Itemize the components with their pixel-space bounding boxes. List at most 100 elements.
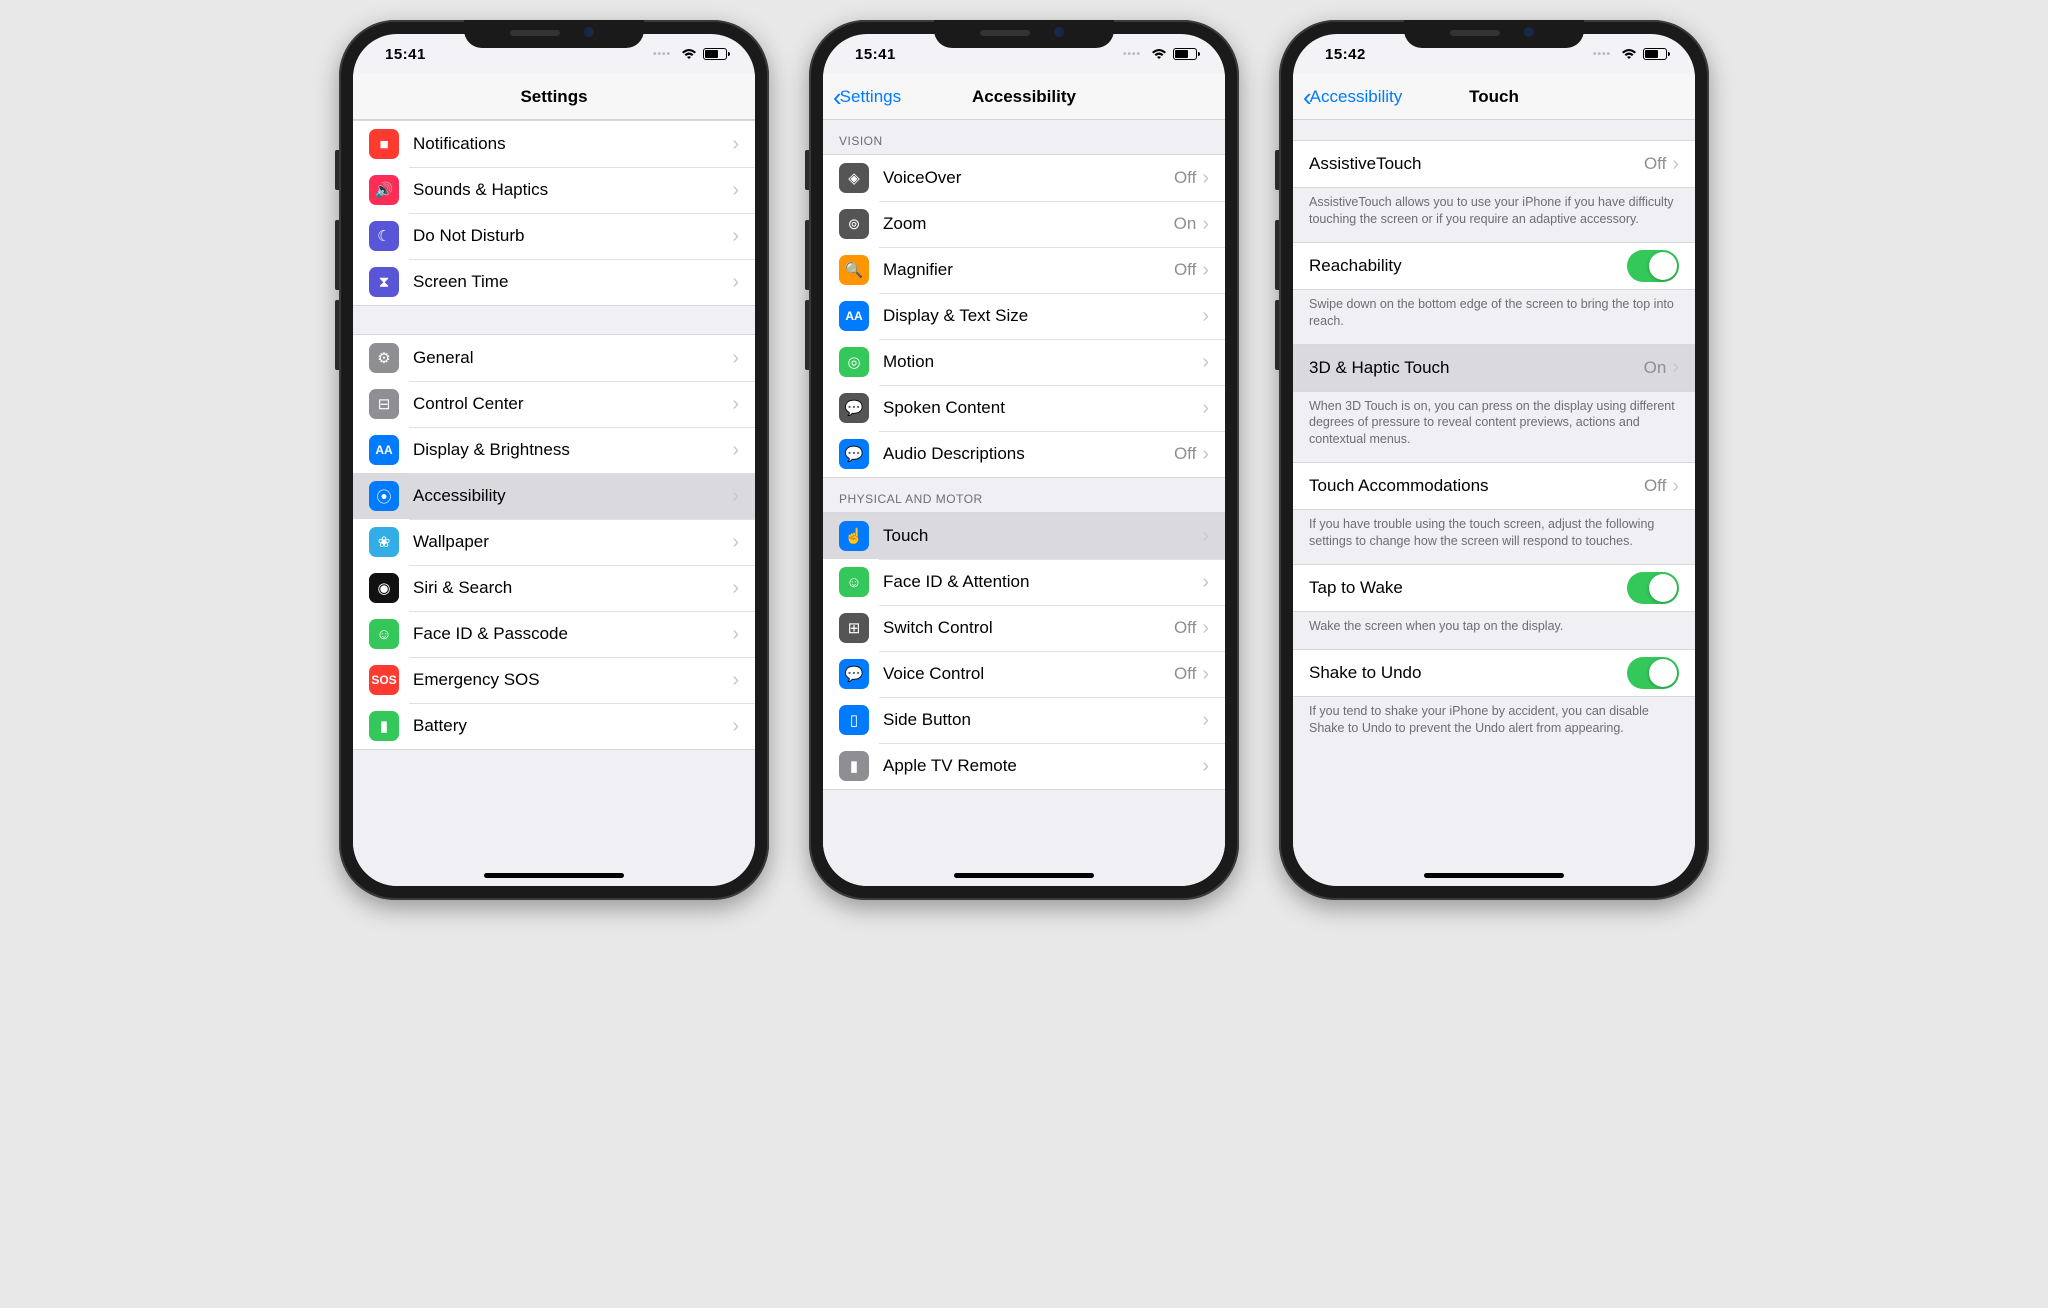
chevron-right-icon: › — [1202, 443, 1209, 466]
row-value: On — [1644, 358, 1667, 378]
chevron-right-icon: › — [1202, 213, 1209, 236]
phone-settings: 15:41 •••• Settings ■Notifications›🔊Soun… — [339, 20, 769, 900]
row-value: Off — [1174, 260, 1196, 280]
motion-icon: ◎ — [839, 347, 869, 377]
home-indicator[interactable] — [1424, 873, 1564, 878]
back-button[interactable]: ‹ Accessibility — [1303, 84, 1402, 110]
settings-group: Tap to Wake — [1293, 564, 1695, 612]
row-label: AssistiveTouch — [1309, 154, 1644, 174]
back-label: Accessibility — [1310, 87, 1403, 107]
chevron-right-icon: › — [1202, 167, 1209, 190]
row-label: Display & Brightness — [413, 440, 732, 460]
footer-text: Swipe down on the bottom edge of the scr… — [1293, 290, 1695, 344]
chevron-right-icon: › — [1672, 356, 1679, 379]
touch-list[interactable]: AssistiveTouchOff›AssistiveTouch allows … — [1293, 120, 1695, 886]
settings-row[interactable]: Tap to Wake — [1293, 565, 1695, 611]
settings-row[interactable]: AADisplay & Brightness› — [353, 427, 755, 473]
status-indicators: •••• — [1123, 48, 1197, 60]
settings-row[interactable]: AADisplay & Text Size› — [823, 293, 1225, 339]
row-label: Shake to Undo — [1309, 663, 1627, 683]
settings-row[interactable]: ⊟ Control Center› — [353, 381, 755, 427]
settings-row[interactable]: SOSEmergency SOS› — [353, 657, 755, 703]
footer-text: If you tend to shake your iPhone by acci… — [1293, 697, 1695, 751]
settings-row[interactable]: ☺Face ID & Attention› — [823, 559, 1225, 605]
settings-row[interactable]: 💬Voice ControlOff› — [823, 651, 1225, 697]
settings-row[interactable]: ■Notifications› — [353, 121, 755, 167]
settings-row[interactable]: 🔍MagnifierOff› — [823, 247, 1225, 293]
page-title: Touch — [1469, 87, 1519, 107]
settings-row[interactable]: Shake to Undo — [1293, 650, 1695, 696]
battery-icon — [1173, 48, 1197, 60]
settings-row[interactable]: ◎Motion› — [823, 339, 1225, 385]
settings-row[interactable]: Reachability — [1293, 243, 1695, 289]
settings-group: ⚙General›⊟Control Center›AADisplay & Bri… — [353, 334, 755, 750]
accessibility-list[interactable]: VISION◈VoiceOverOff›⊚ZoomOn›🔍MagnifierOf… — [823, 120, 1225, 886]
chevron-right-icon: › — [732, 225, 739, 248]
settings-row[interactable]: ▯Side Button› — [823, 697, 1225, 743]
row-label: Battery — [413, 716, 732, 736]
wallpaper-icon: ❀ — [369, 527, 399, 557]
status-time: 15:41 — [385, 46, 426, 63]
textsize-icon: AA — [839, 301, 869, 331]
screen: 15:42 •••• ‹ Accessibility Touch Assisti… — [1293, 34, 1695, 886]
dnd-icon: ☾ — [369, 221, 399, 251]
settings-row[interactable]: ▮Battery› — [353, 703, 755, 749]
row-label: Accessibility — [413, 486, 732, 506]
page-title: Accessibility — [972, 87, 1076, 107]
row-value: Off — [1174, 444, 1196, 464]
settings-row[interactable]: ⧗Screen Time› — [353, 259, 755, 305]
settings-group: AssistiveTouchOff› — [1293, 140, 1695, 188]
footer-text: When 3D Touch is on, you can press on th… — [1293, 392, 1695, 463]
settings-row[interactable]: ◉Siri & Search› — [353, 565, 755, 611]
wifi-icon — [681, 48, 697, 60]
navbar: ‹ Accessibility Touch — [1293, 74, 1695, 120]
settings-row[interactable]: ⦿Accessibility› — [353, 473, 755, 519]
settings-row[interactable]: 🔊Sounds & Haptics› — [353, 167, 755, 213]
row-label: Side Button — [883, 710, 1202, 730]
row-label: Spoken Content — [883, 398, 1202, 418]
chevron-right-icon: › — [732, 393, 739, 416]
notch — [1404, 20, 1584, 48]
settings-row[interactable]: 💬Spoken Content› — [823, 385, 1225, 431]
chevron-right-icon: › — [1202, 709, 1209, 732]
settings-row[interactable]: 💬Audio DescriptionsOff› — [823, 431, 1225, 477]
toggle-switch[interactable] — [1627, 657, 1679, 689]
settings-row[interactable]: 3D & Haptic TouchOn› — [1293, 345, 1695, 391]
row-value: Off — [1644, 154, 1666, 174]
settings-row[interactable]: ☺Face ID & Passcode› — [353, 611, 755, 657]
screentime-icon: ⧗ — [369, 267, 399, 297]
settings-row[interactable]: ❀Wallpaper› — [353, 519, 755, 565]
settings-list[interactable]: ■Notifications›🔊Sounds & Haptics›☾Do Not… — [353, 120, 755, 886]
settings-row[interactable]: ▮Apple TV Remote› — [823, 743, 1225, 789]
chevron-right-icon: › — [732, 577, 739, 600]
settings-row[interactable]: ☝Touch› — [823, 513, 1225, 559]
row-label: Display & Text Size — [883, 306, 1202, 326]
toggle-switch[interactable] — [1627, 250, 1679, 282]
row-label: Touch Accommodations — [1309, 476, 1644, 496]
settings-row[interactable]: ⊞Switch ControlOff› — [823, 605, 1225, 651]
toggle-switch[interactable] — [1627, 572, 1679, 604]
settings-row[interactable]: Touch AccommodationsOff› — [1293, 463, 1695, 509]
row-value: Off — [1644, 476, 1666, 496]
navbar: ‹ Settings Accessibility — [823, 74, 1225, 120]
home-indicator[interactable] — [954, 873, 1094, 878]
settings-row[interactable]: ⊚ZoomOn› — [823, 201, 1225, 247]
back-button[interactable]: ‹ Settings — [833, 84, 901, 110]
row-label: Reachability — [1309, 256, 1627, 276]
chevron-right-icon: › — [1202, 571, 1209, 594]
display-icon: AA — [369, 435, 399, 465]
row-label: Control Center — [413, 394, 732, 414]
settings-row[interactable]: ◈VoiceOverOff› — [823, 155, 1225, 201]
settings-row[interactable]: ☾Do Not Disturb› — [353, 213, 755, 259]
home-indicator[interactable] — [484, 873, 624, 878]
settings-row[interactable]: AssistiveTouchOff› — [1293, 141, 1695, 187]
settings-row[interactable]: ⚙General› — [353, 335, 755, 381]
chevron-right-icon: › — [1202, 617, 1209, 640]
chevron-right-icon: › — [732, 133, 739, 156]
controlcenter-icon: ⊟ — [369, 389, 399, 419]
row-label: Zoom — [883, 214, 1174, 234]
row-label: Face ID & Passcode — [413, 624, 732, 644]
status-indicators: •••• — [653, 48, 727, 60]
battery-icon — [703, 48, 727, 60]
chevron-right-icon: › — [1202, 755, 1209, 778]
